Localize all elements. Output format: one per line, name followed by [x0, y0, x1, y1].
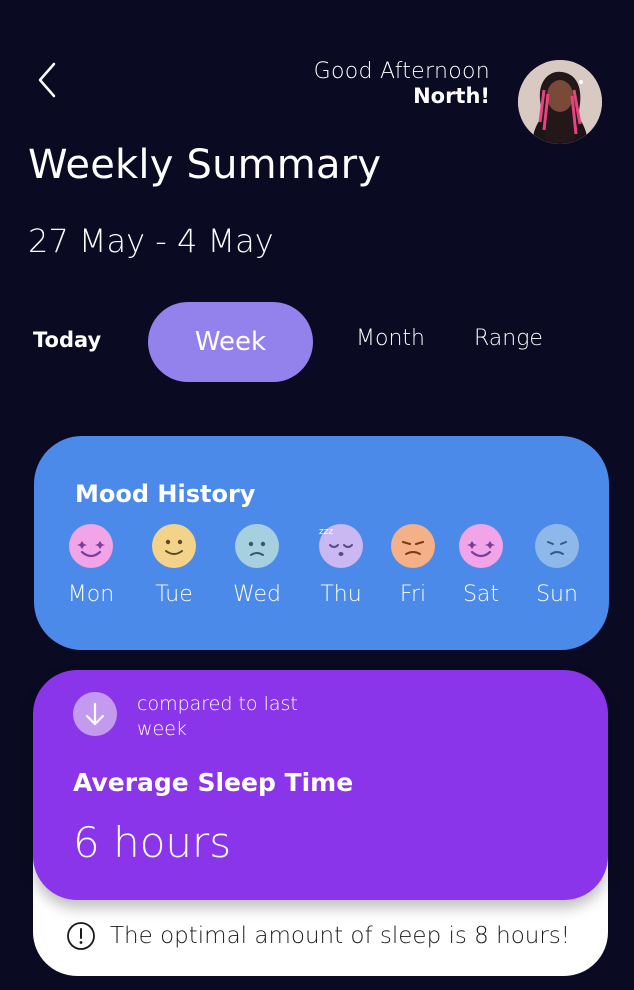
sleepy-face-icon: zzz [319, 524, 363, 568]
mood-day-label: Sat [462, 582, 500, 607]
starry-eyed-face-icon [69, 524, 113, 568]
mood-day-mon[interactable]: Mon [51, 524, 131, 607]
mood-day-label: Tue [155, 582, 193, 607]
mood-day-wed[interactable]: Wed [217, 524, 297, 607]
greeting: Good Afternoon North! [313, 59, 490, 109]
mood-history-card[interactable]: Mood History Mon Tue Wed zzz Thu Fri Sat… [34, 436, 609, 650]
sleep-metric-label: Average Sleep Time [73, 768, 354, 797]
mood-day-label: Mon [67, 582, 115, 607]
mood-history-heading: Mood History [75, 480, 256, 508]
mood-day-label: Thu [320, 582, 362, 607]
annoyed-face-icon [391, 524, 435, 568]
sleep-metric-value: 6 hours [73, 818, 232, 867]
sleep-tip-text: The optimal amount of sleep is 8 hours! [110, 923, 570, 949]
arrow-down-icon [73, 692, 117, 736]
svg-text:zzz: zzz [319, 527, 333, 537]
tab-today[interactable]: Today [33, 328, 101, 352]
greeting-text: Good Afternoon [313, 59, 490, 84]
mood-day-tue[interactable]: Tue [134, 524, 214, 607]
avatar[interactable] [518, 60, 602, 144]
mood-day-sun[interactable]: Sun [517, 524, 597, 607]
sad-face-icon [535, 524, 579, 568]
sad-face-icon [235, 524, 279, 568]
comparison-note: compared to last week [137, 693, 298, 740]
period-tabs: Today Week Month Range [0, 300, 634, 384]
page-title: Weekly Summary [28, 142, 382, 188]
date-range: 27 May - 4 May [28, 222, 274, 260]
tab-range[interactable]: Range [474, 326, 543, 351]
chevron-left-icon [38, 62, 56, 98]
tab-month[interactable]: Month [356, 326, 425, 351]
back-button[interactable] [32, 60, 64, 100]
avatar-photo [518, 60, 602, 144]
mood-day-sat[interactable]: Sat [441, 524, 521, 607]
starry-eyed-face-icon [459, 524, 503, 568]
info-alert-icon [67, 922, 95, 950]
average-sleep-card[interactable]: compared to last week Average Sleep Time… [33, 670, 608, 900]
mood-day-thu[interactable]: zzz Thu [301, 524, 381, 607]
happy-face-icon [152, 524, 196, 568]
mood-day-label: Sun [536, 582, 578, 607]
mood-day-label: Wed [233, 582, 281, 607]
tab-week[interactable]: Week [148, 302, 313, 382]
user-name: North! [413, 84, 490, 108]
sleep-tip: The optimal amount of sleep is 8 hours! [66, 920, 570, 952]
